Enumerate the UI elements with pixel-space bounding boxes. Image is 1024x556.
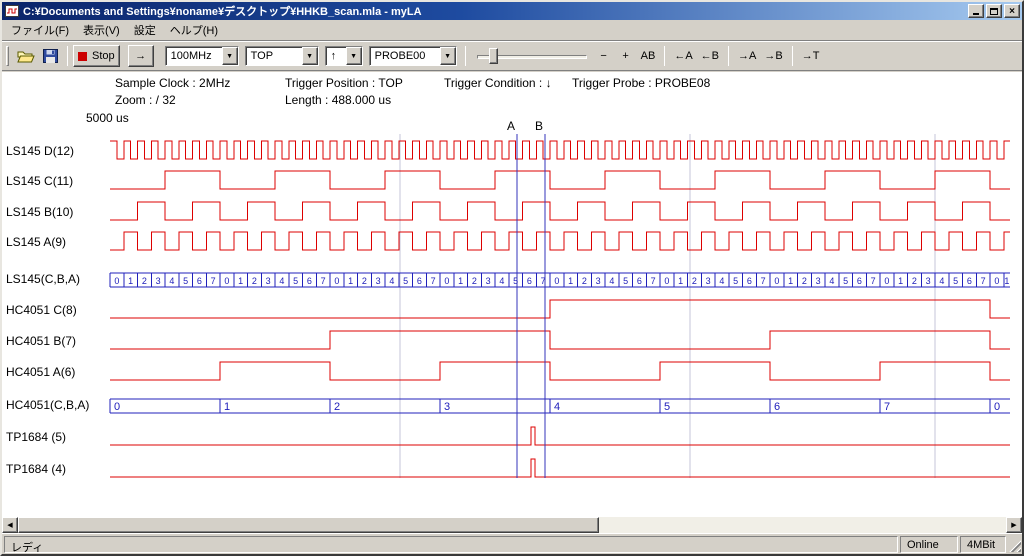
waveform-area [2, 72, 1022, 517]
save-file-button[interactable] [39, 45, 62, 67]
zoom-out-button[interactable]: − [593, 45, 615, 67]
horizontal-scrollbar: ◀ ▶ [2, 517, 1022, 533]
stop-label: Stop [92, 50, 115, 62]
zoom-slider[interactable] [477, 45, 587, 67]
menu-item-settings[interactable]: 設定 [127, 19, 163, 41]
menubar: ファイル(F) 表示(V) 設定 ヘルプ(H) [2, 20, 1022, 40]
slider-handle[interactable] [489, 48, 498, 64]
scroll-right-button[interactable]: ▶ [1006, 517, 1022, 533]
trigger-position-value: TOP [246, 47, 302, 65]
statusbar: レディ Online 4MBit [2, 533, 1022, 554]
trigger-edge-select[interactable]: ↑ ▼ [325, 46, 363, 66]
titlebar: C:¥Documents and Settings¥noname¥デスクトップ¥… [2, 2, 1022, 20]
save-icon [43, 49, 58, 63]
stop-icon [78, 52, 87, 61]
dropdown-arrow-icon[interactable]: ▼ [346, 47, 362, 65]
minimize-button[interactable] [968, 4, 984, 18]
goto-marker-a-right-button[interactable]: →A [734, 45, 760, 67]
zoom-in-button[interactable]: + [615, 45, 637, 67]
clock-rate-value: 100MHz [166, 47, 222, 65]
trigger-edge-value: ↑ [326, 47, 346, 65]
dropdown-arrow-icon[interactable]: ▼ [222, 47, 238, 65]
app-icon [5, 4, 19, 18]
resize-grip[interactable] [1008, 539, 1021, 552]
scroll-left-button[interactable]: ◀ [2, 517, 18, 533]
minimize-icon [973, 13, 979, 15]
scroll-left-icon: ◀ [7, 521, 12, 529]
clock-rate-select[interactable]: 100MHz ▼ [165, 46, 239, 66]
goto-marker-b-right-button[interactable]: →B [760, 45, 786, 67]
toolbar-separator [792, 46, 793, 66]
close-button[interactable]: × [1004, 4, 1020, 18]
scrollbar-thumb[interactable] [18, 517, 599, 533]
dropdown-arrow-icon[interactable]: ▼ [440, 47, 456, 65]
toolbar-separator [664, 46, 665, 66]
trigger-probe-select[interactable]: PROBE00 ▼ [369, 46, 457, 66]
toolbar: Stop → 100MHz ▼ TOP ▼ ↑ ▼ PROBE00 ▼ − + [2, 42, 1022, 71]
close-icon: × [1009, 6, 1015, 17]
trigger-position-select[interactable]: TOP ▼ [245, 46, 319, 66]
maximize-button[interactable] [986, 4, 1002, 18]
window-title: C:¥Documents and Settings¥noname¥デスクトップ¥… [23, 3, 966, 19]
toolbar-separator [67, 46, 68, 66]
goto-trigger-button[interactable]: →T [798, 45, 824, 67]
dropdown-arrow-icon[interactable]: ▼ [302, 47, 318, 65]
scrollbar-track[interactable] [18, 517, 1006, 533]
maximize-icon [990, 8, 998, 15]
open-file-button[interactable] [13, 45, 39, 67]
toolbar-grip[interactable] [6, 46, 9, 66]
toolbar-separator [728, 46, 729, 66]
menu-item-file[interactable]: ファイル(F) [4, 19, 76, 41]
run-icon: → [135, 50, 146, 62]
trigger-probe-value: PROBE00 [370, 47, 440, 65]
menu-item-help[interactable]: ヘルプ(H) [163, 19, 225, 41]
toolbar-separator [465, 46, 466, 66]
status-memory: 4MBit [960, 536, 1006, 553]
scroll-right-icon: ▶ [1011, 521, 1016, 529]
ab-range-button[interactable]: AB [637, 45, 660, 67]
goto-marker-a-left-button[interactable]: ←A [670, 45, 696, 67]
status-online: Online [900, 536, 958, 553]
goto-marker-b-left-button[interactable]: ←B [697, 45, 723, 67]
status-ready: レディ [4, 536, 898, 553]
app-window: C:¥Documents and Settings¥noname¥デスクトップ¥… [0, 0, 1024, 556]
folder-icon [17, 50, 35, 63]
run-button[interactable]: → [128, 45, 154, 67]
menu-item-view[interactable]: 表示(V) [76, 19, 127, 41]
stop-button[interactable]: Stop [73, 45, 120, 67]
